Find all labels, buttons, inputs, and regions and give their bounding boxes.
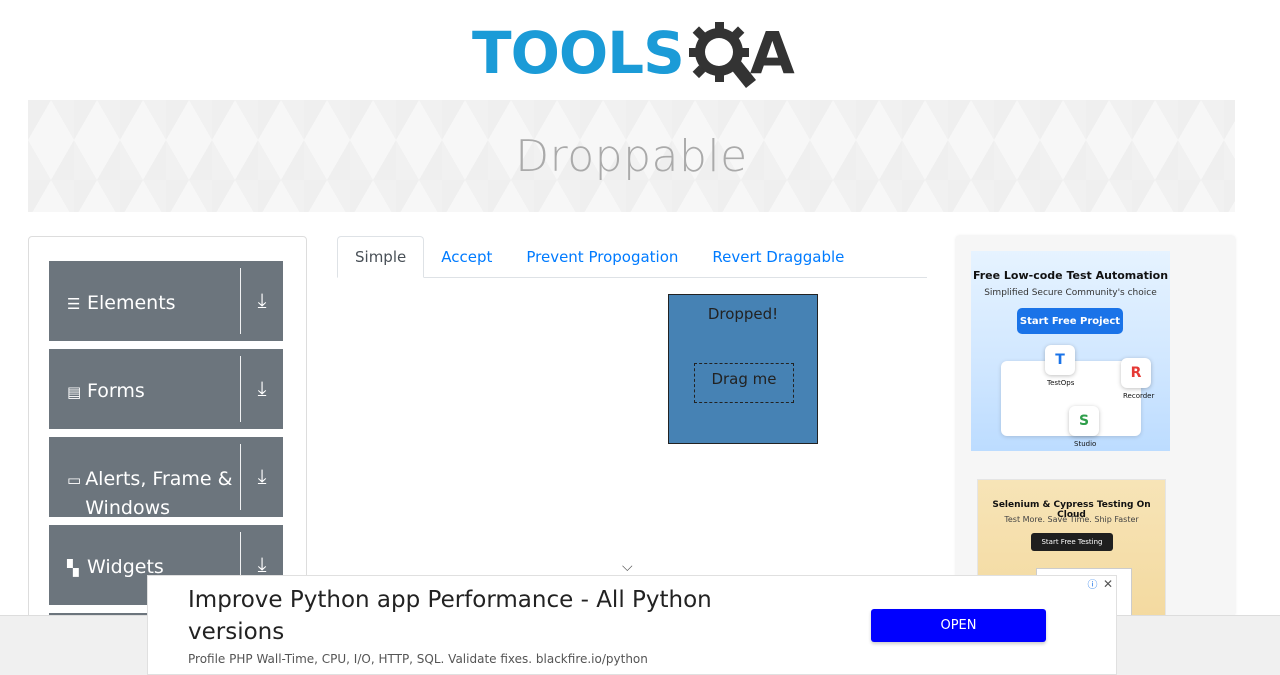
- ad-subtitle: Simplified Secure Community's choice: [984, 288, 1157, 298]
- form-icon: ▤: [67, 383, 82, 401]
- logo-text-a: A: [749, 19, 795, 87]
- tab-simple[interactable]: Simple: [337, 236, 425, 278]
- ad-title: Free Low-code Test Automation: [972, 269, 1169, 282]
- recorder-chip: R: [1121, 358, 1151, 388]
- ad-description: Profile PHP Wall-Time, CPU, I/O, HTTP, S…: [188, 652, 648, 666]
- chevron-down-icon[interactable]: ⌵: [622, 558, 633, 575]
- page-title: Droppable: [515, 130, 748, 182]
- sidebar-group-label: Elements: [87, 292, 176, 314]
- download-icon[interactable]: ⤓: [241, 349, 283, 429]
- droppable-tabs: Simple Accept Prevent Propogation Revert…: [337, 236, 927, 278]
- right-ad-column: Free Low-code Test Automation Simplified…: [956, 236, 1235, 616]
- studio-chip: S: [1069, 406, 1099, 436]
- sidebar-group-elements[interactable]: ☰ Elements ⤓: [49, 261, 283, 341]
- logo-text-tools: TOOLS: [472, 19, 685, 87]
- testops-chip: T: [1045, 345, 1075, 375]
- toolsqa-logo[interactable]: TOOLS A: [472, 14, 797, 92]
- start-free-project-button[interactable]: Start Free Project: [1017, 308, 1123, 334]
- download-icon[interactable]: ⤓: [241, 261, 283, 341]
- close-icon[interactable]: ✕: [1100, 576, 1116, 592]
- tab-revert-draggable[interactable]: Revert Draggable: [695, 236, 861, 278]
- ad-katalon[interactable]: Free Low-code Test Automation Simplified…: [971, 251, 1170, 451]
- page-banner: Droppable: [28, 100, 1235, 212]
- ad-subtitle: Test More. Save Time. Ship Faster: [1004, 515, 1139, 524]
- drop-target-text: Dropped!: [707, 305, 779, 323]
- sidebar-group-label: Alerts, Frame & Windows: [85, 468, 233, 519]
- sidebar-group-label: Forms: [87, 380, 145, 402]
- recorder-label: Recorder: [1123, 392, 1155, 400]
- menu-icon: ☰: [67, 295, 81, 313]
- bottom-ad[interactable]: Improve Python app Performance - All Pyt…: [147, 575, 1117, 675]
- divider: [240, 268, 241, 334]
- window-icon: ▭: [67, 471, 82, 489]
- tab-prevent-propogation[interactable]: Prevent Propogation: [509, 236, 695, 278]
- widgets-icon: ▚: [67, 559, 79, 577]
- info-icon[interactable]: ⓘ: [1085, 576, 1100, 591]
- sidebar-group-alerts[interactable]: ▭ Alerts, Frame & Windows ⤓: [49, 437, 283, 519]
- studio-label: Studio: [1074, 440, 1097, 448]
- ad-headline[interactable]: Improve Python app Performance - All Pyt…: [188, 584, 788, 648]
- testops-label: TestOps: [1047, 379, 1075, 387]
- download-icon[interactable]: ⤓: [241, 437, 283, 517]
- sidebar-group-forms[interactable]: ▤ Forms ⤓: [49, 349, 283, 429]
- start-free-testing-button[interactable]: Start Free Testing: [1031, 533, 1113, 551]
- divider: [240, 444, 241, 510]
- drag-me-box[interactable]: Drag me: [694, 363, 794, 403]
- divider: [240, 356, 241, 422]
- open-button[interactable]: OPEN: [871, 609, 1046, 642]
- gear-magnifier-icon: [686, 18, 756, 88]
- tab-accept[interactable]: Accept: [424, 236, 509, 278]
